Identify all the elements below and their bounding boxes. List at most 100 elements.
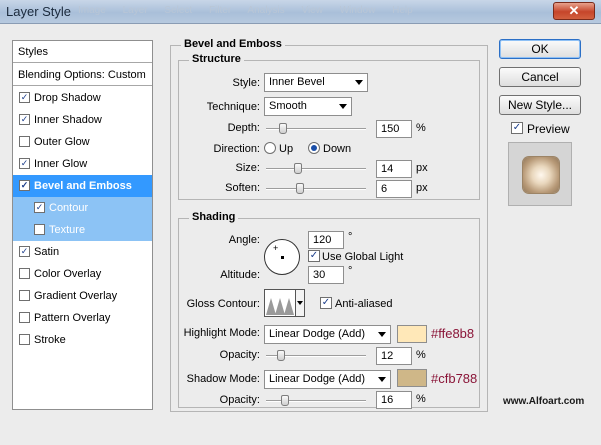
style-select[interactable]: Inner Bevel bbox=[264, 73, 368, 92]
style-item-inner-shadow[interactable]: ✓ Inner Shadow bbox=[13, 109, 152, 131]
style-item-label: Gradient Overlay bbox=[34, 290, 118, 302]
style-item-label: Contour bbox=[49, 202, 89, 214]
preview-thumbnail bbox=[508, 142, 572, 206]
structure-title: Structure bbox=[189, 53, 244, 65]
global-light-checkbox[interactable]: ✓ bbox=[308, 250, 320, 262]
style-item-contour[interactable]: ✓ Contour bbox=[13, 197, 152, 219]
bevel-emboss-title: Bevel and Emboss bbox=[181, 38, 285, 50]
stroke-checkbox[interactable] bbox=[19, 334, 30, 345]
highlight-mode-value: Linear Dodge (Add) bbox=[269, 328, 366, 340]
shadow-opacity-thumb[interactable] bbox=[280, 395, 289, 406]
bg-menu-analysis: Analysis bbox=[247, 5, 285, 16]
gradient-overlay-checkbox[interactable] bbox=[19, 290, 30, 301]
angle-unit: ° bbox=[348, 231, 353, 243]
style-item-label: Satin bbox=[34, 246, 60, 258]
style-item-stroke[interactable]: Stroke bbox=[13, 329, 152, 351]
new-style-button[interactable]: New Style... bbox=[499, 95, 581, 115]
texture-checkbox[interactable] bbox=[34, 224, 45, 235]
size-input[interactable]: 14 bbox=[376, 160, 412, 178]
depth-slider-thumb[interactable] bbox=[278, 123, 287, 134]
ok-button[interactable]: OK bbox=[499, 39, 581, 59]
angle-label: Angle: bbox=[228, 234, 260, 246]
style-item-pattern-overlay[interactable]: Pattern Overlay bbox=[13, 307, 152, 329]
highlight-mode-select[interactable]: Linear Dodge (Add) bbox=[264, 325, 391, 344]
gloss-contour-dropdown[interactable] bbox=[296, 289, 305, 317]
soften-input[interactable]: 6 bbox=[376, 180, 412, 198]
shadow-mode-select[interactable]: Linear Dodge (Add) bbox=[264, 370, 391, 389]
preview-checkbox[interactable]: ✓ bbox=[511, 122, 523, 134]
altitude-input[interactable]: 30 bbox=[308, 266, 344, 284]
style-item-texture[interactable]: Texture bbox=[13, 219, 152, 241]
shadow-mode-label: Shadow Mode: bbox=[186, 373, 260, 385]
direction-down-label: Down bbox=[323, 143, 352, 155]
style-item-color-overlay[interactable]: Color Overlay bbox=[13, 263, 152, 285]
altitude-label: Altitude: bbox=[220, 269, 260, 281]
gloss-contour-preview[interactable] bbox=[264, 289, 296, 317]
altitude-unit: ° bbox=[348, 265, 353, 277]
style-item-inner-glow[interactable]: ✓ Inner Glow bbox=[13, 153, 152, 175]
style-item-gradient-overlay[interactable]: Gradient Overlay bbox=[13, 285, 152, 307]
bg-menu-filter: Filter bbox=[208, 5, 232, 16]
preview-label: Preview bbox=[527, 122, 570, 136]
bg-menu-select: Select bbox=[164, 5, 193, 16]
style-item-bevel-emboss[interactable]: ✓ Bevel and Emboss bbox=[13, 175, 152, 197]
size-slider-thumb[interactable] bbox=[293, 163, 302, 174]
highlight-opacity-label: Opacity: bbox=[219, 349, 260, 361]
bg-menu-image: Image bbox=[78, 5, 106, 16]
shadow-opacity-input[interactable]: 16 bbox=[376, 391, 412, 409]
styles-list: Styles Blending Options: Custom ✓ Drop S… bbox=[12, 40, 153, 410]
crosshair-icon: + bbox=[273, 243, 279, 253]
pattern-overlay-checkbox[interactable] bbox=[19, 312, 30, 323]
drop-shadow-checkbox[interactable]: ✓ bbox=[19, 92, 30, 103]
technique-value: Smooth bbox=[269, 100, 307, 112]
style-item-label: Inner Glow bbox=[34, 158, 88, 170]
style-item-label: Inner Shadow bbox=[34, 114, 102, 126]
inner-glow-checkbox[interactable]: ✓ bbox=[19, 158, 30, 169]
cancel-button[interactable]: Cancel bbox=[499, 67, 581, 87]
style-item-label: Bevel and Emboss bbox=[34, 180, 132, 192]
highlight-color-swatch[interactable] bbox=[397, 325, 427, 343]
style-item-label: Color Overlay bbox=[34, 268, 102, 280]
direction-down-radio[interactable] bbox=[308, 142, 320, 154]
size-slider[interactable] bbox=[266, 168, 366, 170]
shadow-opacity-label: Opacity: bbox=[219, 394, 260, 406]
technique-label: Technique: bbox=[206, 101, 260, 113]
color-overlay-checkbox[interactable] bbox=[19, 268, 30, 279]
satin-checkbox[interactable]: ✓ bbox=[19, 246, 30, 257]
outer-glow-checkbox[interactable] bbox=[19, 136, 30, 147]
style-item-label: Outer Glow bbox=[34, 136, 90, 148]
size-unit: px bbox=[416, 162, 428, 174]
shadow-color-swatch[interactable] bbox=[397, 369, 427, 387]
contour-checkbox[interactable]: ✓ bbox=[34, 202, 45, 213]
close-button[interactable]: ✕ bbox=[553, 2, 595, 20]
bevel-emboss-checkbox[interactable]: ✓ bbox=[19, 180, 30, 191]
highlight-hex-annotation: #ffe8b8 bbox=[431, 326, 475, 341]
styles-header[interactable]: Styles bbox=[13, 41, 152, 63]
soften-unit: px bbox=[416, 182, 428, 194]
soften-slider-thumb[interactable] bbox=[296, 183, 305, 194]
direction-up-radio[interactable] bbox=[264, 142, 276, 154]
chevron-down-icon bbox=[378, 377, 386, 382]
angle-dial[interactable]: + bbox=[264, 239, 300, 275]
depth-label: Depth: bbox=[227, 122, 260, 134]
style-label: Style: bbox=[232, 77, 260, 89]
blending-options-item[interactable]: Blending Options: Custom bbox=[13, 64, 152, 86]
angle-input[interactable]: 120 bbox=[308, 231, 344, 249]
style-item-label: Stroke bbox=[34, 334, 66, 346]
soften-slider[interactable] bbox=[266, 188, 366, 190]
highlight-opacity-thumb[interactable] bbox=[277, 350, 286, 361]
technique-select[interactable]: Smooth bbox=[264, 97, 352, 116]
highlight-opacity-input[interactable]: 12 bbox=[376, 347, 412, 365]
style-item-outer-glow[interactable]: Outer Glow bbox=[13, 131, 152, 153]
window-title: Layer Style bbox=[6, 4, 72, 19]
style-item-label: Drop Shadow bbox=[34, 92, 101, 104]
global-light-label: Use Global Light bbox=[322, 251, 404, 263]
inner-shadow-checkbox[interactable]: ✓ bbox=[19, 114, 30, 125]
highlight-mode-label: Highlight Mode: bbox=[183, 327, 260, 339]
style-item-satin[interactable]: ✓ Satin bbox=[13, 241, 152, 263]
anti-aliased-checkbox[interactable]: ✓ bbox=[320, 297, 332, 309]
style-item-drop-shadow[interactable]: ✓ Drop Shadow bbox=[13, 87, 152, 109]
bg-menu-window: Window bbox=[339, 5, 376, 16]
depth-input[interactable]: 150 bbox=[376, 120, 412, 138]
depth-unit: % bbox=[416, 122, 426, 134]
